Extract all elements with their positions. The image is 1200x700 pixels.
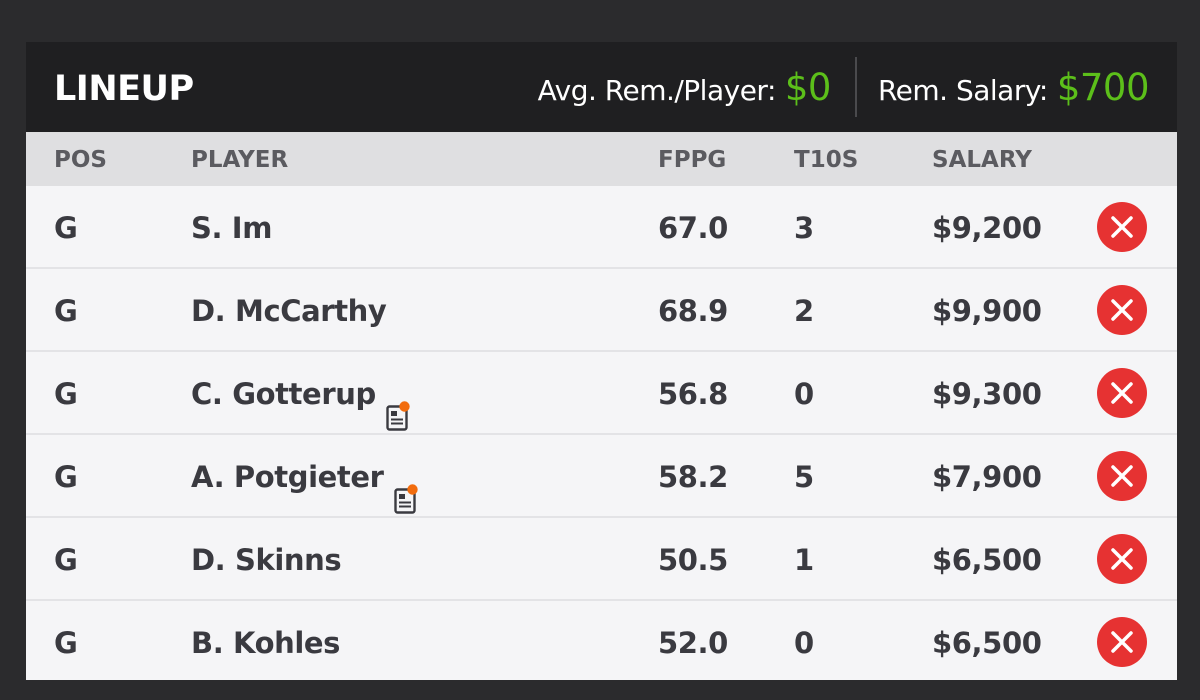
- salary-stats: Avg. Rem./Player: $0 Rem. Salary: $700: [537, 42, 1150, 132]
- lineup-row[interactable]: G D. Skinns 50.5 1 $6,500: [26, 518, 1177, 601]
- row-fppg: 52.0: [658, 626, 728, 660]
- column-header-row: POS PLAYER FPPG T10S SALARY: [26, 133, 1177, 186]
- row-player[interactable]: S. Im: [191, 186, 272, 270]
- column-header-salary[interactable]: SALARY: [932, 133, 1032, 188]
- remove-player-button[interactable]: [1097, 451, 1147, 501]
- row-t10s: 3: [794, 211, 814, 245]
- row-fppg: 56.8: [658, 377, 728, 411]
- lineup-row[interactable]: G B. Kohles 52.0 0 $6,500: [26, 601, 1177, 680]
- row-t10s: 2: [794, 294, 814, 328]
- row-position: G: [54, 211, 78, 245]
- row-player[interactable]: C. Gotterup: [191, 352, 410, 436]
- lineup-row[interactable]: G C. Gotterup 56.8 0 $9,300: [26, 352, 1177, 435]
- row-position: G: [54, 294, 78, 328]
- lineup-row[interactable]: G S. Im 67.0 3 $9,200: [26, 186, 1177, 269]
- row-player-name[interactable]: C. Gotterup: [191, 352, 376, 436]
- stats-divider: [854, 57, 857, 117]
- lineup-rows: G S. Im 67.0 3 $9,200 G D. McCarthy 68.9 2 $9,900…: [26, 186, 1177, 680]
- remove-player-button[interactable]: [1097, 617, 1147, 667]
- lineup-title: LINEUP: [54, 69, 194, 109]
- row-player[interactable]: D. McCarthy: [191, 269, 387, 353]
- row-t10s: 1: [794, 543, 814, 577]
- row-player-name[interactable]: D. Skinns: [191, 518, 342, 602]
- row-salary: $9,300: [932, 377, 1042, 411]
- remaining-salary-stat: Rem. Salary: $700: [877, 65, 1150, 109]
- player-news-icon[interactable]: [386, 379, 410, 431]
- lineup-header: LINEUP Avg. Rem./Player: $0 Rem. Salary:…: [26, 42, 1177, 133]
- player-news-icon[interactable]: [393, 462, 418, 514]
- avg-remaining-label: Avg. Rem./Player:: [537, 73, 777, 107]
- lineup-row[interactable]: G A. Potgieter 58.2 5 $7,900: [26, 435, 1177, 518]
- column-header-pos[interactable]: POS: [54, 133, 107, 188]
- avg-remaining-value: $0: [784, 65, 832, 109]
- row-player[interactable]: B. Kohles: [191, 601, 340, 680]
- row-position: G: [54, 626, 78, 660]
- row-salary: $6,500: [932, 626, 1042, 660]
- row-fppg: 68.9: [658, 294, 728, 328]
- row-position: G: [54, 377, 78, 411]
- lineup-row[interactable]: G D. McCarthy 68.9 2 $9,900: [26, 269, 1177, 352]
- row-position: G: [54, 460, 78, 494]
- row-player-name[interactable]: S. Im: [191, 186, 272, 270]
- row-salary: $9,200: [932, 211, 1042, 245]
- row-fppg: 58.2: [658, 460, 728, 494]
- row-player-name[interactable]: D. McCarthy: [191, 269, 387, 353]
- row-t10s: 0: [794, 626, 814, 660]
- column-header-t10s[interactable]: T10S: [794, 133, 858, 188]
- remove-player-button[interactable]: [1097, 368, 1147, 418]
- row-player-name[interactable]: B. Kohles: [191, 601, 340, 680]
- row-player-name[interactable]: A. Potgieter: [191, 435, 384, 519]
- row-t10s: 5: [794, 460, 814, 494]
- column-header-fppg[interactable]: FPPG: [658, 133, 726, 188]
- column-header-player[interactable]: PLAYER: [191, 133, 288, 188]
- remove-player-button[interactable]: [1097, 534, 1147, 584]
- row-player[interactable]: D. Skinns: [191, 518, 342, 602]
- row-position: G: [54, 543, 78, 577]
- remaining-salary-value: $700: [1056, 65, 1150, 109]
- row-salary: $9,900: [932, 294, 1042, 328]
- row-salary: $6,500: [932, 543, 1042, 577]
- remove-player-button[interactable]: [1097, 202, 1147, 252]
- row-fppg: 50.5: [658, 543, 728, 577]
- row-salary: $7,900: [932, 460, 1042, 494]
- row-fppg: 67.0: [658, 211, 728, 245]
- row-player[interactable]: A. Potgieter: [191, 435, 418, 519]
- row-t10s: 0: [794, 377, 814, 411]
- remaining-salary-label: Rem. Salary:: [877, 73, 1048, 107]
- lineup-panel: LINEUP Avg. Rem./Player: $0 Rem. Salary:…: [26, 42, 1177, 680]
- avg-remaining-stat: Avg. Rem./Player: $0: [537, 65, 832, 109]
- remove-player-button[interactable]: [1097, 285, 1147, 335]
